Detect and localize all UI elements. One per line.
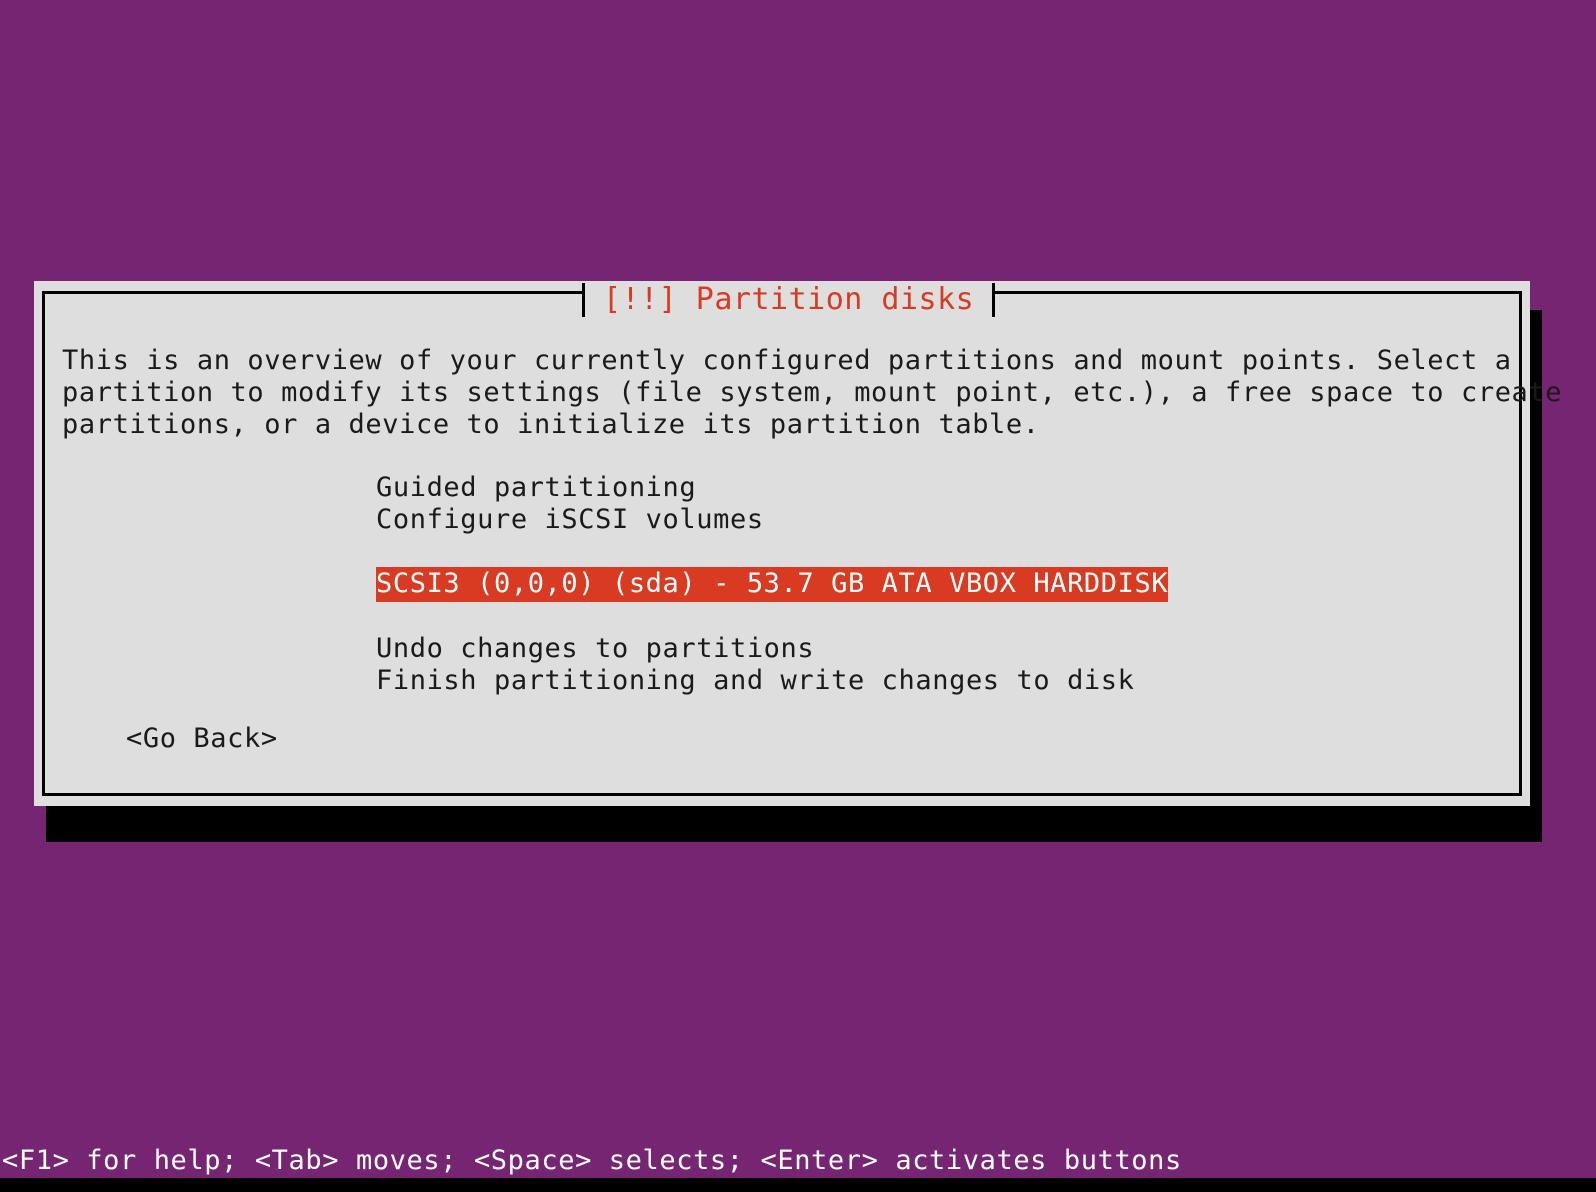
description-line-1: This is an overview of your currently co… (62, 345, 1512, 376)
menu-item-undo-changes[interactable]: Undo changes to partitions (376, 633, 814, 665)
page-title: [!!] Partition disks (603, 282, 975, 317)
partition-menu-list[interactable]: Guided partitioning Configure iSCSI volu… (376, 472, 1169, 697)
menu-item-configure-iscsi-volumes[interactable]: Configure iSCSI volumes (376, 504, 764, 536)
description-line-3: partitions, or a device to initialize it… (62, 409, 1040, 440)
menu-item-scsi3-sda-disk[interactable]: SCSI3 (0,0,0) (sda) - 53.7 GB ATA VBOX H… (376, 567, 1169, 602)
description-line-2: partition to modify its settings (file s… (62, 377, 1563, 408)
menu-item-finish-partitioning[interactable]: Finish partitioning and write changes to… (376, 665, 1135, 697)
description-text: This is an overview of your currently co… (62, 345, 1563, 441)
dialog-content: This is an overview of your currently co… (0, 0, 1596, 1192)
title-right-tick (992, 283, 996, 317)
menu-item-guided-partitioning[interactable]: Guided partitioning (376, 472, 696, 504)
dialog-title-bar: [!!] Partition disks (582, 281, 996, 319)
go-back-button[interactable]: <Go Back> (126, 723, 278, 755)
